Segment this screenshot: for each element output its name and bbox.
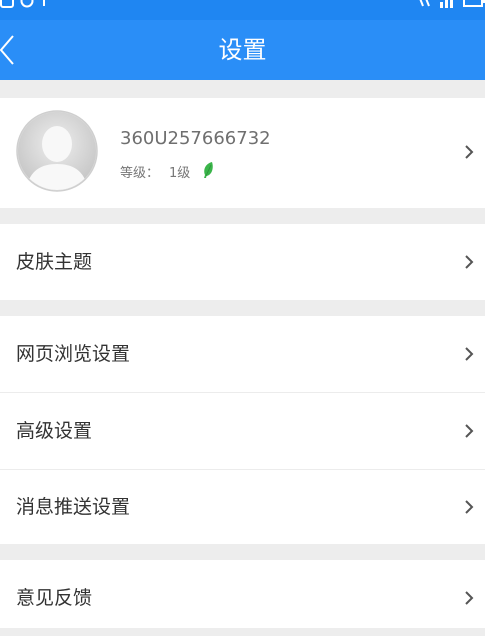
signal-icon (439, 0, 457, 8)
chevron-right-icon (465, 424, 474, 438)
status-right-icons (417, 0, 485, 8)
status-left-icons (0, 0, 52, 8)
menu-item-skin-theme[interactable]: 皮肤主题 (0, 224, 485, 300)
settings-section: 网页浏览设置 高级设置 消息推送设置 (0, 316, 485, 544)
leaf-icon (204, 162, 213, 178)
username: 360U257666732 (120, 128, 271, 149)
music-icon (40, 0, 52, 8)
skin-theme-section: 皮肤主题 (0, 224, 485, 300)
level-label: 等级： (120, 166, 160, 181)
title-bar: 设置 (0, 20, 485, 80)
chevron-right-icon (465, 591, 474, 605)
menu-item-feedback[interactable]: 意见反馈 (0, 560, 485, 636)
menu-item-web-browse-settings[interactable]: 网页浏览设置 (0, 316, 485, 392)
chevron-right-icon (465, 347, 474, 361)
menu-item-push-settings[interactable]: 消息推送设置 (0, 469, 485, 544)
profile-card[interactable]: 360U257666732 等级： 1级 (0, 98, 485, 208)
battery-icon (463, 0, 485, 8)
menu-item-label: 意见反馈 (16, 587, 93, 609)
sync-icon (20, 0, 34, 8)
notification-icon (0, 0, 14, 8)
page-title: 设置 (218, 36, 267, 64)
chevron-right-icon (465, 500, 474, 514)
vibrate-icon (417, 0, 433, 8)
menu-item-label: 网页浏览设置 (16, 343, 131, 365)
menu-item-advanced-settings[interactable]: 高级设置 (0, 393, 485, 469)
chevron-right-icon (465, 145, 474, 159)
menu-item-label: 高级设置 (16, 420, 93, 442)
status-bar (0, 0, 485, 20)
menu-item-label: 皮肤主题 (16, 251, 93, 273)
avatar[interactable] (16, 110, 98, 192)
level-value: 1级 (169, 166, 191, 181)
default-avatar-icon (16, 110, 98, 192)
feedback-section: 意见反馈 (0, 560, 485, 628)
menu-item-label: 消息推送设置 (16, 496, 131, 518)
chevron-right-icon (465, 255, 474, 269)
